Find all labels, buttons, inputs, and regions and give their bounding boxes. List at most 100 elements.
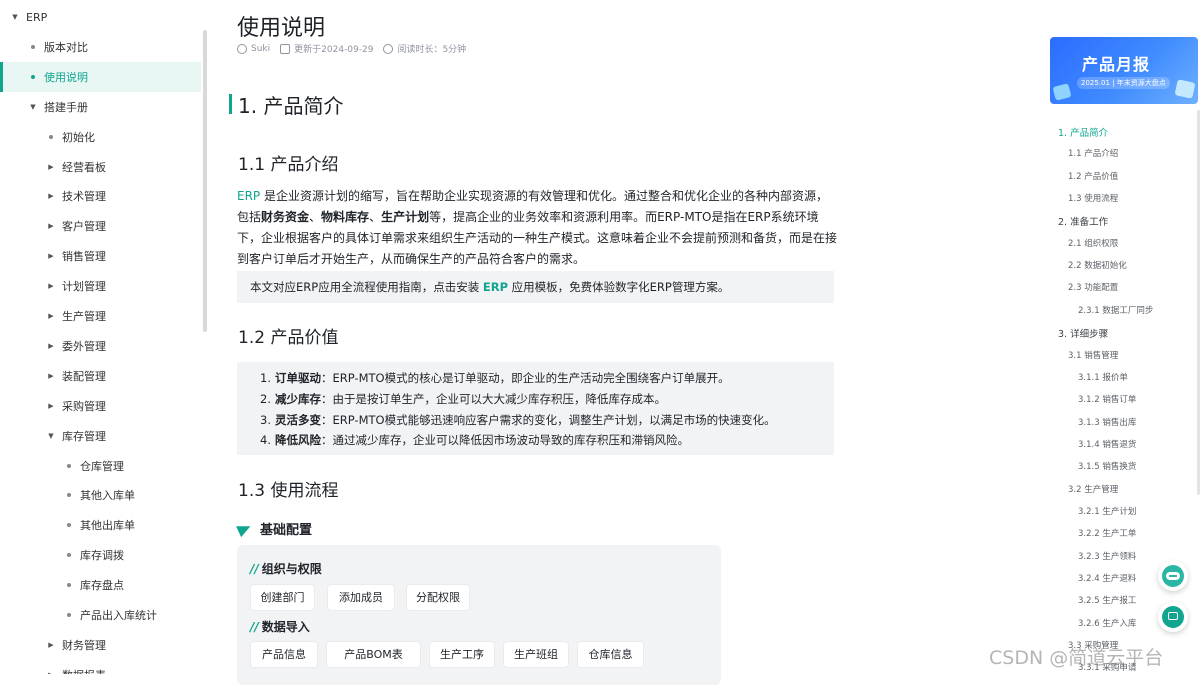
toc-item[interactable]: 3.2 生产管理 [1068, 483, 1118, 495]
sidebar-item[interactable]: 仓库管理 [0, 451, 207, 481]
toc-item[interactable]: 3.1 销售管理 [1068, 349, 1118, 361]
chip-add-member[interactable]: 添加成员 [328, 585, 394, 610]
sidebar-item-label: 客户管理 [62, 220, 106, 234]
toc-item[interactable]: 3.1.1 报价单 [1078, 371, 1128, 383]
chip-warehouse[interactable]: 仓库信息 [578, 642, 643, 667]
sidebar-item[interactable]: ▶ 客户管理 [0, 211, 207, 241]
sidebar-item[interactable]: ▶ 采购管理 [0, 391, 207, 421]
group-import-label: 数据导入 [261, 620, 310, 634]
sidebar-item[interactable]: ▶ 装配管理 [0, 361, 207, 391]
toc-item[interactable]: 3.2.1 生产计划 [1078, 505, 1136, 517]
sidebar-item[interactable]: ▶ 计划管理 [0, 271, 207, 301]
sidebar-item[interactable]: ▼ 库存管理 [0, 421, 207, 451]
caret-right-icon: ▶ [48, 341, 54, 350]
toc-item[interactable]: 3.2.5 生产报工 [1078, 594, 1136, 606]
intro-bold-term: 生产计划 [381, 210, 430, 224]
sidebar-item-label: 初始化 [62, 130, 95, 144]
sidebar-item-label: 财务管理 [62, 638, 106, 652]
banner-subtitle: 2025.01 | 年末资源大盘点 [1077, 77, 1170, 89]
chip-process[interactable]: 生产工序 [430, 642, 494, 667]
robot-assistant-button[interactable] [1158, 561, 1188, 591]
sidebar-item[interactable]: 版本对比 [0, 32, 207, 62]
toc-item[interactable]: 2. 准备工作 [1058, 214, 1108, 228]
intro-text: 、 [369, 210, 382, 224]
sidebar-item-label: 装配管理 [62, 369, 106, 383]
read-time: 阅读时长：5分钟 [383, 42, 466, 55]
sidebar-item[interactable]: ▶ 技术管理 [0, 181, 207, 211]
sidebar-item[interactable]: ▶ 委外管理 [0, 331, 207, 361]
sidebar-item[interactable]: ▶ 销售管理 [0, 241, 207, 271]
toc-item[interactable]: 1.2 产品价值 [1068, 170, 1118, 182]
sidebar-item[interactable]: 使用说明 [0, 61, 201, 92]
flow-card: //组织与权限 创建部门 添加成员 分配权限 //数据导入 产品信息 产品BOM… [237, 545, 721, 685]
toc-item[interactable]: 2.2 数据初始化 [1068, 259, 1127, 271]
slash-mark: // [250, 620, 259, 634]
sidebar-item-label: 仓库管理 [80, 459, 124, 473]
toc-item[interactable]: 3.1.3 销售出库 [1078, 416, 1136, 428]
erp-link[interactable]: ERP [237, 189, 260, 203]
caret-right-icon: ▶ [48, 162, 54, 171]
toc-item[interactable]: 1.3 使用流程 [1068, 192, 1118, 204]
caret-right-icon: ▶ [48, 312, 54, 320]
value-list-item: 2. 减少库存：由于是按订单生产，企业可以大大减少库存积压，降低库存成本。 [260, 389, 834, 410]
sidebar-item[interactable]: ▼ 搭建手册 [0, 92, 207, 122]
sidebar-item[interactable]: ▼ ERP [0, 2, 207, 32]
bullet-icon [67, 613, 71, 617]
bullet-icon [31, 74, 35, 79]
sidebar-item-label: 数据报表 [62, 667, 106, 674]
toc-item[interactable]: 2.1 组织权限 [1068, 237, 1118, 249]
toc-item[interactable]: 1.1 产品介绍 [1068, 147, 1118, 159]
sidebar-item[interactable]: 初始化 [0, 122, 207, 152]
intro-text: 、 [309, 210, 322, 224]
caret-right-icon: ▶ [48, 371, 54, 380]
chat-button[interactable] [1158, 602, 1188, 632]
group-org-label: 组织与权限 [261, 562, 322, 576]
updated-text: 更新于2024-09-29 [294, 45, 374, 55]
list-number: 4. [260, 433, 271, 448]
article-meta: Suki 更新于2024-09-29 阅读时长：5分钟 [237, 42, 476, 55]
sidebar-item[interactable]: 其他入库单 [0, 480, 207, 510]
value-text: ：通过减少库存，企业可以降低因市场波动导致的库存积压和滞销风险。 [320, 433, 689, 448]
chip-create-dept[interactable]: 创建部门 [251, 585, 314, 610]
sidebar-item[interactable]: ▶ 经营看板 [0, 152, 207, 182]
chip-team[interactable]: 生产班组 [504, 642, 568, 667]
chat-icon [1162, 606, 1184, 628]
toc-item[interactable]: 3.2.2 生产工单 [1078, 527, 1136, 539]
value-text: ：ERP-MTO模式能够迅速响应客户需求的变化，调整生产计划，以满足市场的快速变… [320, 412, 776, 427]
toc-item[interactable]: 1. 产品简介 [1058, 125, 1108, 139]
value-key: 订单驱动 [274, 371, 321, 385]
heading-value: 1.2 产品价值 [238, 328, 339, 348]
sidebar-item-label: 搭建手册 [44, 100, 88, 114]
toc-item[interactable]: 3.1.2 销售订单 [1078, 393, 1136, 405]
bullet-icon [67, 493, 71, 498]
toc-item[interactable]: 3. 详细步骤 [1058, 326, 1108, 340]
sidebar-item[interactable]: 库存调拨 [0, 540, 207, 570]
slash-mark: // [250, 562, 259, 576]
chip-product-info[interactable]: 产品信息 [251, 642, 317, 667]
toc-item[interactable]: 2.3 功能配置 [1068, 281, 1118, 293]
toc-item[interactable]: 3.2.6 生产入库 [1078, 617, 1136, 629]
sidebar-item[interactable]: ▶ 生产管理 [0, 301, 207, 331]
sidebar-scrollbar[interactable] [203, 30, 207, 332]
monthly-report-banner[interactable]: 产品月报 2025.01 | 年末资源大盘点 [1050, 37, 1198, 104]
sidebar-item[interactable]: 库存盘点 [0, 570, 207, 600]
chip-assign-permission[interactable]: 分配权限 [407, 585, 469, 610]
toc-item[interactable]: 3.1.5 销售换货 [1078, 460, 1136, 472]
caret-right-icon: ▶ [48, 640, 54, 649]
toc-item[interactable]: 3.2.4 生产退料 [1078, 572, 1136, 584]
toc-item[interactable]: 3.2.3 生产领料 [1078, 550, 1136, 562]
sidebar-item[interactable]: 产品出入库统计 [0, 600, 207, 630]
sidebar-item[interactable]: ▶数据报表 [0, 660, 207, 674]
toc-item[interactable]: 2.3.1 数据工厂同步 [1078, 304, 1153, 316]
erp-install-link[interactable]: ERP [483, 280, 508, 294]
page-title: 使用说明 [237, 16, 326, 41]
sidebar-item[interactable]: 其他出库单 [0, 510, 207, 540]
chip-product-bom[interactable]: 产品BOM表 [327, 642, 420, 667]
banner-decoration [1174, 79, 1196, 99]
author: Suki [237, 43, 270, 54]
toc-item[interactable]: 3.1.4 销售退货 [1078, 438, 1136, 450]
sidebar-item[interactable]: ▶ 财务管理 [0, 630, 207, 660]
sidebar-item-label: 技术管理 [62, 190, 106, 204]
clock-icon [383, 43, 394, 54]
value-key: 灵活多变 [274, 412, 321, 427]
